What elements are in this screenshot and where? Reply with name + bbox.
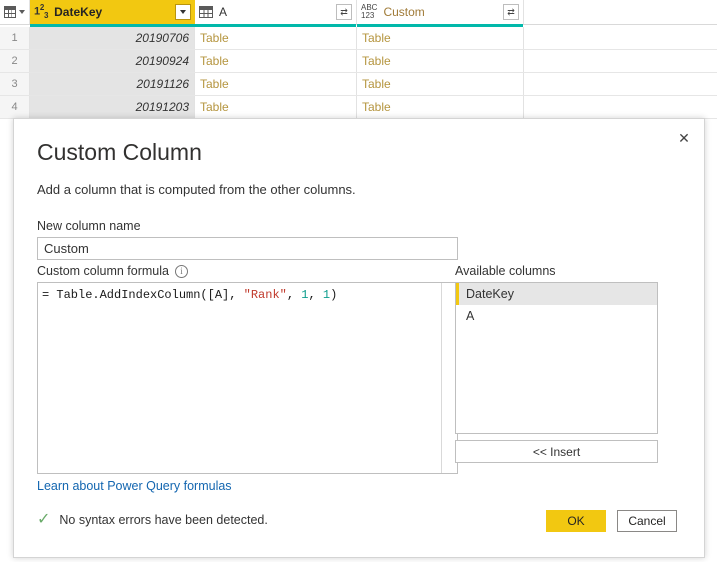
table-row[interactable]: 4 20191203 Table Table: [0, 96, 717, 119]
formula-separator-2: ,: [308, 288, 323, 302]
learn-power-query-formulas-link[interactable]: Learn about Power Query formulas: [37, 479, 232, 493]
available-column-name: DateKey: [466, 287, 514, 301]
formula-number-2: 1: [322, 288, 331, 302]
status-message: ✓ No syntax errors have been detected.: [37, 512, 268, 528]
cell-custom[interactable]: Table: [357, 27, 524, 49]
formula-separator: ,: [286, 288, 302, 302]
table-row[interactable]: 3 20191126 Table Table: [0, 73, 717, 96]
cell-datekey[interactable]: 20190924: [30, 50, 195, 72]
formula-string-literal: "Rank": [243, 288, 287, 302]
page-title: Custom Column: [37, 139, 202, 165]
cell-a[interactable]: Table: [195, 50, 357, 72]
select-all-corner-button[interactable]: [0, 0, 30, 24]
cell-datekey[interactable]: 20191126: [30, 73, 195, 95]
chevron-down-icon: [19, 10, 25, 14]
formula-label-text: Custom column formula: [37, 264, 169, 278]
new-column-name-label: New column name: [37, 219, 141, 233]
grid-data-rows: 1 20190706 Table Table 2 20190924 Table …: [0, 27, 717, 119]
expand-column-icon[interactable]: ⇄: [336, 4, 352, 20]
any-type-icon: ABC 123: [361, 3, 378, 20]
dialog-subtitle: Add a column that is computed from the o…: [37, 182, 356, 197]
formula-prefix: = Table.AddIndexColumn([A],: [42, 288, 244, 302]
cell-a[interactable]: Table: [195, 96, 357, 118]
table-type-icon: [199, 6, 213, 18]
row-number: 3: [0, 73, 30, 95]
ok-button[interactable]: OK: [546, 510, 606, 532]
table-select-all-icon: [4, 6, 16, 18]
whole-number-type-icon: 123: [34, 3, 49, 20]
row-number: 4: [0, 96, 30, 118]
chevron-down-icon: [180, 10, 186, 14]
formula-text: = Table.AddIndexColumn([A], "Rank", 1, 1…: [42, 287, 337, 303]
column-filter-dropdown-button[interactable]: [175, 4, 191, 20]
column-header-datekey[interactable]: 123 DateKey: [30, 0, 195, 27]
checkmark-icon: ✓: [37, 511, 51, 528]
column-header-custom[interactable]: ABC 123 Custom ⇄: [357, 0, 524, 27]
new-column-name-input[interactable]: [37, 237, 458, 260]
column-header-a[interactable]: A ⇄: [195, 0, 357, 27]
custom-column-formula-editor[interactable]: = Table.AddIndexColumn([A], "Rank", 1, 1…: [37, 282, 458, 474]
cell-a[interactable]: Table: [195, 27, 357, 49]
column-header-label: Custom: [383, 5, 425, 19]
available-columns-label: Available columns: [455, 264, 556, 278]
cancel-button[interactable]: Cancel: [617, 510, 677, 532]
cell-custom[interactable]: Table: [357, 50, 524, 72]
expand-column-icon[interactable]: ⇄: [503, 4, 519, 20]
cell-custom[interactable]: Table: [357, 96, 524, 118]
column-header-label: DateKey: [54, 5, 103, 19]
column-header-label: A: [219, 5, 228, 19]
available-column-name: A: [466, 309, 475, 323]
cell-datekey[interactable]: 20191203: [30, 96, 195, 118]
grid-header-row: 123 DateKey A ⇄ ABC 123 Custom ⇄: [0, 0, 717, 27]
custom-column-dialog: ✕ Custom Column Add a column that is com…: [13, 118, 705, 558]
list-item[interactable]: DateKey: [456, 283, 657, 305]
table-row[interactable]: 2 20190924 Table Table: [0, 50, 717, 73]
info-icon[interactable]: i: [175, 264, 188, 278]
query-preview-grid: 123 DateKey A ⇄ ABC 123 Custom ⇄ 1 201907…: [0, 0, 717, 119]
available-columns-list[interactable]: DateKey A: [455, 282, 658, 434]
status-text: No syntax errors have been detected.: [59, 513, 268, 527]
row-number: 1: [0, 27, 30, 49]
list-item[interactable]: A: [456, 305, 657, 327]
row-number: 2: [0, 50, 30, 72]
cell-a[interactable]: Table: [195, 73, 357, 95]
cell-datekey[interactable]: 20190706: [30, 27, 195, 49]
table-row[interactable]: 1 20190706 Table Table: [0, 27, 717, 50]
cell-custom[interactable]: Table: [357, 73, 524, 95]
insert-button[interactable]: << Insert: [455, 440, 658, 463]
formula-suffix: ): [330, 288, 338, 302]
custom-column-formula-label: Custom column formula i: [37, 264, 188, 278]
close-icon[interactable]: ✕: [670, 125, 698, 151]
